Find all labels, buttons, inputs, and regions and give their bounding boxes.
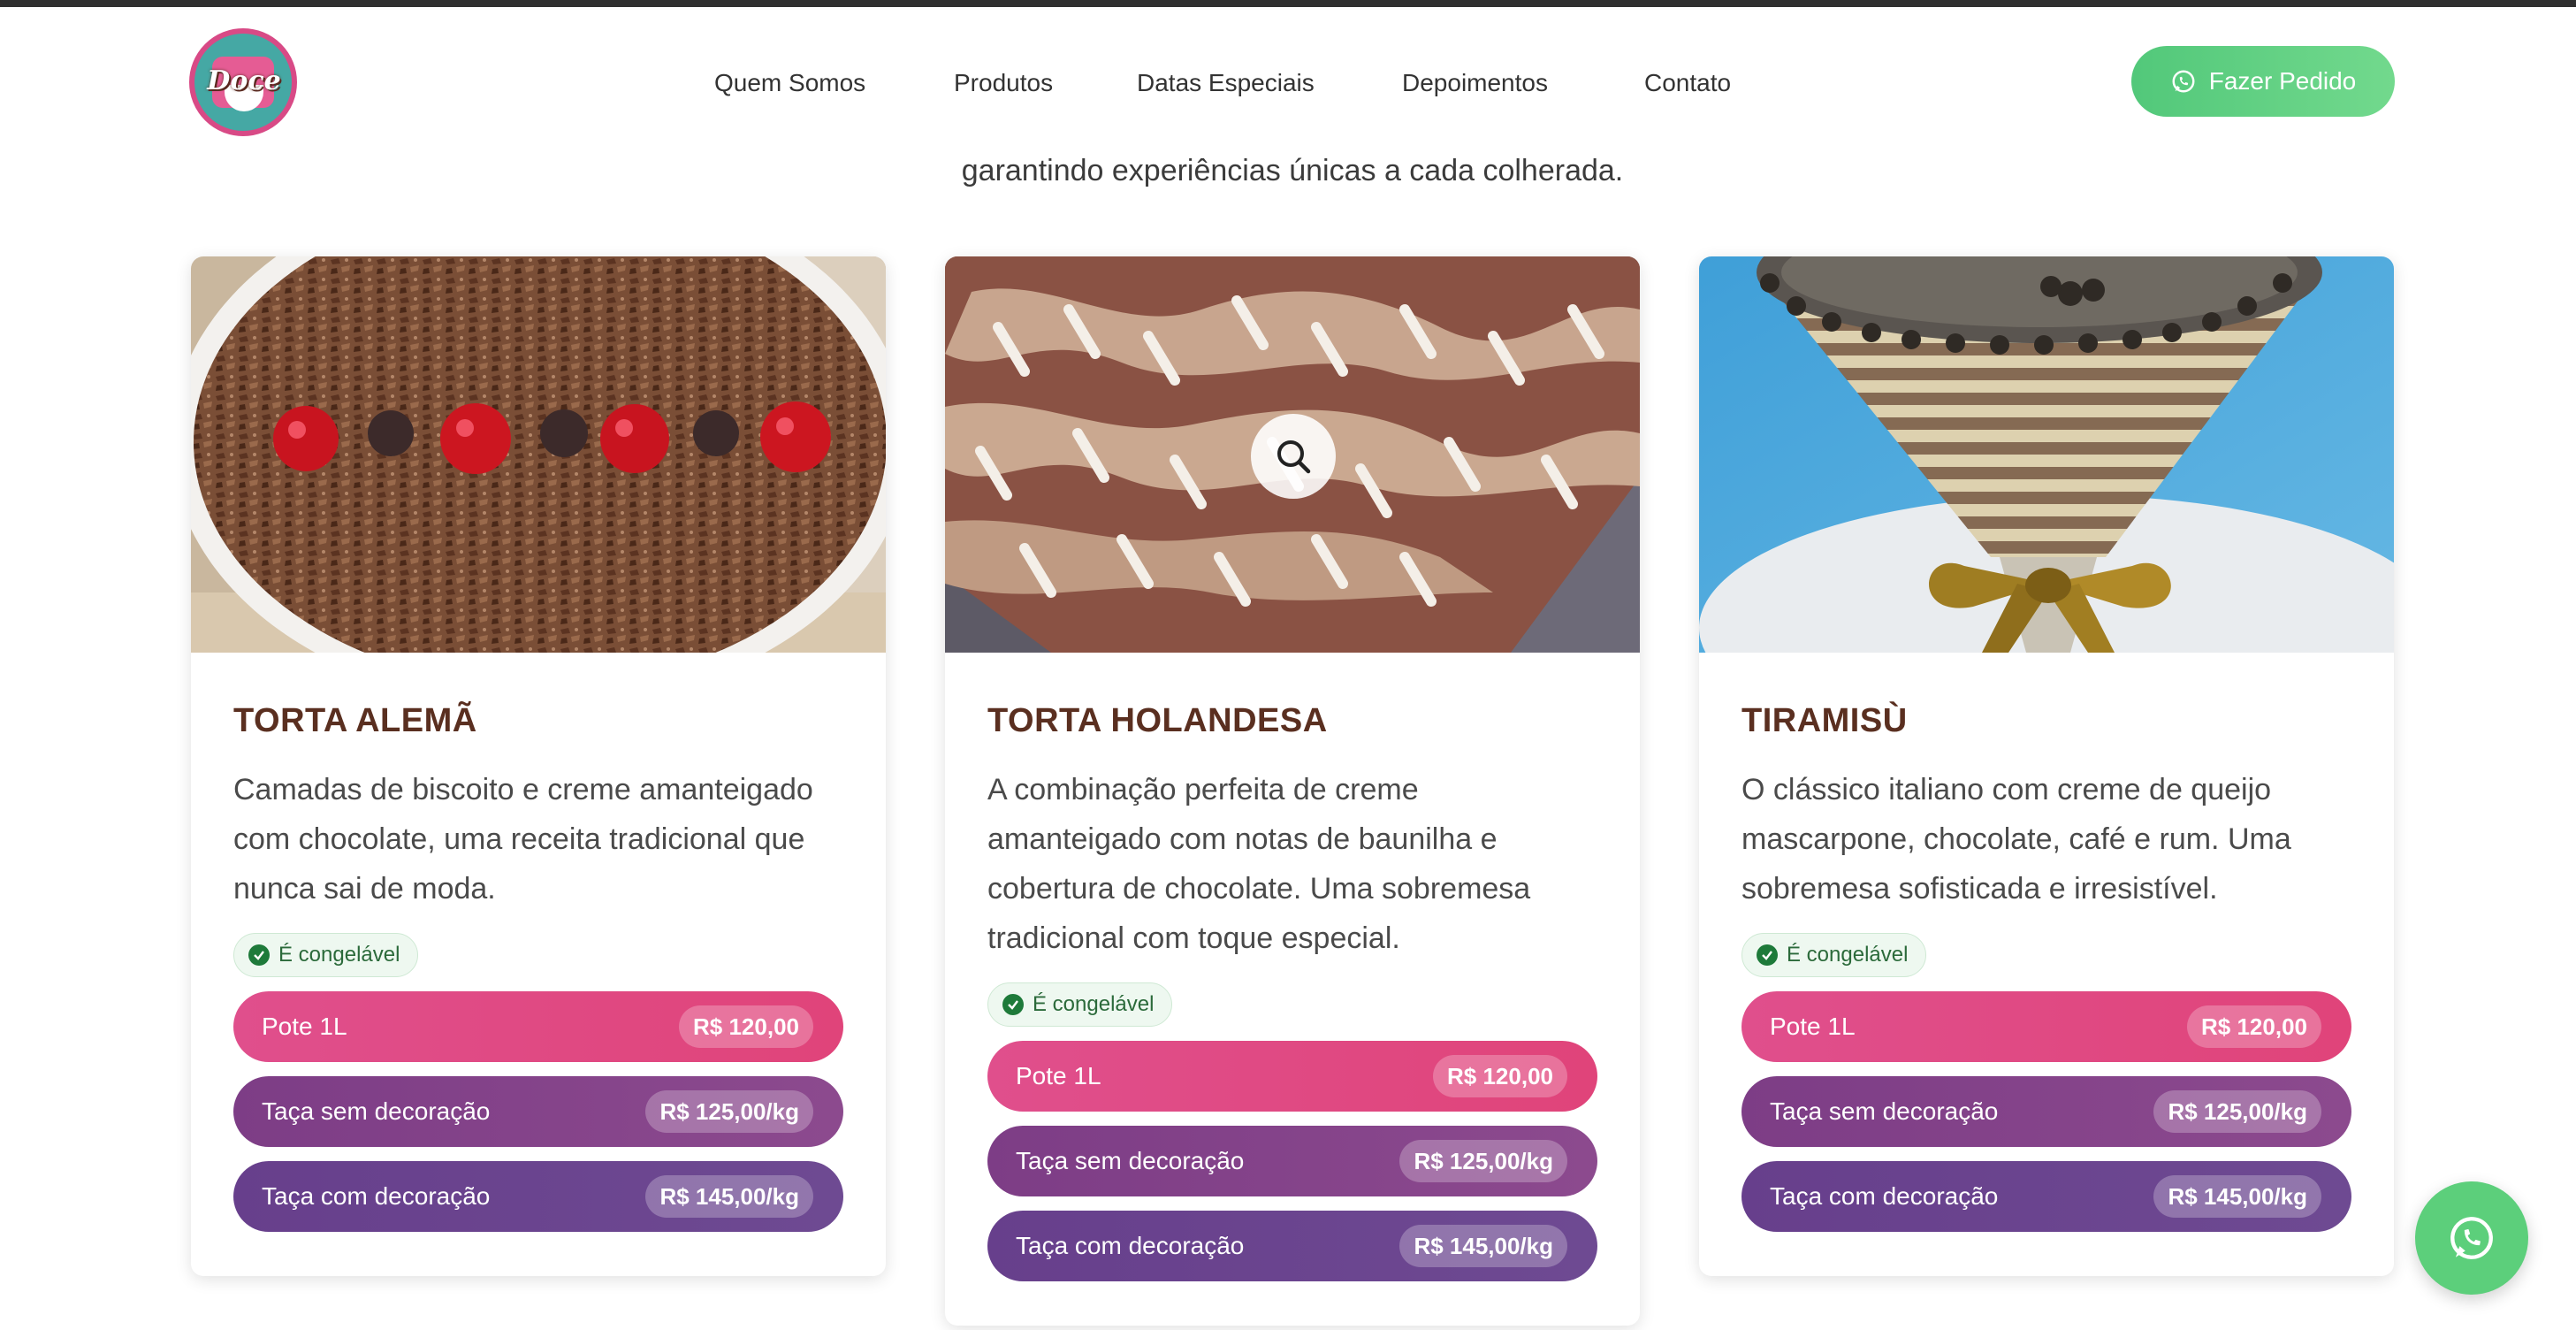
nav-item-datas-especiais[interactable]: Datas Especiais xyxy=(1137,69,1315,97)
section-intro-text: garantindo experiências únicas a cada co… xyxy=(961,154,1624,187)
price-tag: R$ 125,00/kg xyxy=(1399,1140,1567,1182)
product-photo-torta-holandesa[interactable] xyxy=(945,256,1640,653)
price-tag: R$ 120,00 xyxy=(1433,1055,1567,1097)
price-tag: R$ 125,00/kg xyxy=(2153,1090,2321,1133)
badge-label: É congelável xyxy=(1787,943,1909,967)
product-card-torta-alema[interactable]: TORTA ALEMÃ Camadas de biscoito e creme … xyxy=(191,256,886,1276)
search-icon xyxy=(1277,440,1311,474)
product-description: Camadas de biscoito e creme amanteigado … xyxy=(233,773,813,906)
price-option-label: Pote 1L xyxy=(1770,1013,1856,1040)
zoom-button[interactable] xyxy=(1251,414,1336,499)
price-option-taca-sem-decoracao[interactable]: Taça sem decoração R$ 125,00/kg xyxy=(987,1126,1597,1196)
price-option-label: Taça sem decoração xyxy=(262,1097,491,1125)
price-tag: R$ 125,00/kg xyxy=(645,1090,813,1133)
nav-item-depoimentos[interactable]: Depoimentos xyxy=(1402,69,1548,97)
price-tag: R$ 145,00/kg xyxy=(1399,1225,1567,1267)
check-icon xyxy=(1002,994,1024,1015)
torta-alema-image xyxy=(191,256,886,653)
price-option-taca-sem-decoracao[interactable]: Taça sem decoração R$ 125,00/kg xyxy=(233,1076,843,1147)
logo-text: Doce xyxy=(207,65,281,96)
price-option-label: Pote 1L xyxy=(262,1013,347,1040)
badge-label: É congelável xyxy=(278,943,400,967)
check-icon xyxy=(248,944,270,966)
badge-label: É congelável xyxy=(1033,992,1155,1016)
brand-logo[interactable]: Doce xyxy=(189,28,297,136)
product-description: O clássico italiano com creme de queijo … xyxy=(1741,773,2291,906)
price-option-pote[interactable]: Pote 1L R$ 120,00 xyxy=(987,1041,1597,1112)
price-option-label: Pote 1L xyxy=(1016,1062,1101,1089)
price-tag: R$ 120,00 xyxy=(2187,1005,2321,1048)
product-title: TIRAMISÙ xyxy=(1741,702,1908,739)
price-option-label: Taça sem decoração xyxy=(1016,1147,1245,1174)
fazer-pedido-button[interactable]: Fazer Pedido xyxy=(2131,46,2395,117)
whatsapp-icon xyxy=(2450,1217,2493,1259)
product-photo-tiramisu[interactable] xyxy=(1699,256,2394,653)
price-option-taca-com-decoracao[interactable]: Taça com decoração R$ 145,00/kg xyxy=(233,1161,843,1232)
freezable-badge: É congelável xyxy=(987,982,1173,1027)
price-option-label: Taça com decoração xyxy=(262,1182,491,1210)
price-tag: R$ 145,00/kg xyxy=(645,1175,813,1218)
tiramisu-image xyxy=(1699,256,2394,653)
price-option-pote[interactable]: Pote 1L R$ 120,00 xyxy=(1741,991,2351,1062)
price-option-taca-com-decoracao[interactable]: Taça com decoração R$ 145,00/kg xyxy=(1741,1161,2351,1232)
nav-item-quem-somos[interactable]: Quem Somos xyxy=(714,69,865,97)
freezable-badge: É congelável xyxy=(1741,933,1927,977)
nav-item-produtos[interactable]: Produtos xyxy=(954,69,1053,97)
whatsapp-icon xyxy=(2172,70,2195,93)
price-option-taca-com-decoracao[interactable]: Taça com decoração R$ 145,00/kg xyxy=(987,1211,1597,1281)
freezable-badge: É congelável xyxy=(233,933,419,977)
check-icon xyxy=(1757,944,1778,966)
product-card-torta-holandesa[interactable]: TORTA HOLANDESA A combinação perfeita de… xyxy=(945,256,1640,1326)
product-description: A combinação perfeita de creme amanteiga… xyxy=(987,773,1531,955)
price-option-label: Taça sem decoração xyxy=(1770,1097,1999,1125)
price-option-taca-sem-decoracao[interactable]: Taça sem decoração R$ 125,00/kg xyxy=(1741,1076,2351,1147)
fazer-pedido-label: Fazer Pedido xyxy=(2208,67,2357,95)
price-tag: R$ 120,00 xyxy=(679,1005,813,1048)
nav-item-contato[interactable]: Contato xyxy=(1644,69,1731,97)
price-option-label: Taça com decoração xyxy=(1016,1232,1245,1259)
product-title: TORTA HOLANDESA xyxy=(987,702,1328,739)
product-photo-torta-alema[interactable] xyxy=(191,256,886,653)
product-title: TORTA ALEMÃ xyxy=(233,702,477,739)
site-header: Doce Quem Somos Produtos Datas Especiais… xyxy=(0,7,2576,156)
price-option-label: Taça com decoração xyxy=(1770,1182,1999,1210)
price-option-pote[interactable]: Pote 1L R$ 120,00 xyxy=(233,991,843,1062)
whatsapp-float-button[interactable] xyxy=(2415,1181,2528,1295)
browser-top-border xyxy=(0,0,2576,7)
price-tag: R$ 145,00/kg xyxy=(2153,1175,2321,1218)
product-card-tiramisu[interactable]: TIRAMISÙ O clássico italiano com creme d… xyxy=(1699,256,2394,1276)
